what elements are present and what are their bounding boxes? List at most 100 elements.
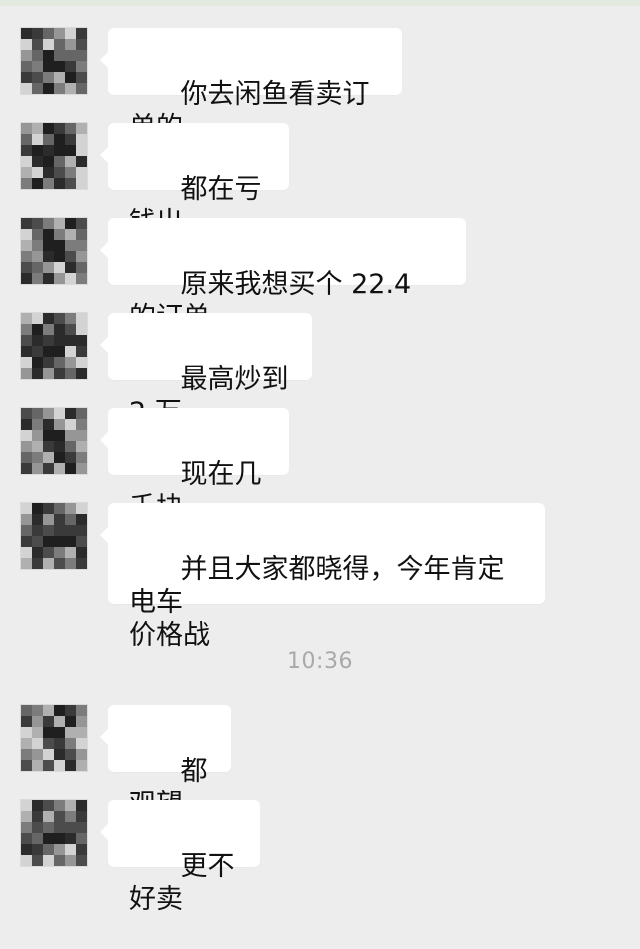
message-bubble[interactable]: 都观望 — [100, 705, 231, 820]
avatar-mosaic-pixel — [32, 844, 43, 855]
avatar-mosaic-pixel — [76, 760, 87, 771]
avatar-mosaic-pixel — [32, 357, 43, 368]
avatar-mosaic-pixel — [21, 357, 32, 368]
avatar[interactable] — [21, 705, 87, 771]
avatar-mosaic-pixel — [21, 123, 32, 134]
avatar-mosaic-pixel — [54, 430, 65, 441]
avatar-mosaic-pixel — [54, 811, 65, 822]
avatar-mosaic-pixel — [43, 833, 54, 844]
avatar-mosaic-pixel — [43, 357, 54, 368]
avatar-mosaic-pixel — [54, 368, 65, 379]
avatar-mosaic-pixel — [21, 430, 32, 441]
avatar-mosaic-pixel — [21, 558, 32, 569]
avatar-mosaic-pixel — [54, 229, 65, 240]
avatar-mosaic-pixel — [65, 335, 76, 346]
avatar-mosaic-pixel — [76, 229, 87, 240]
avatar-mosaic-pixel — [54, 738, 65, 749]
avatar-mosaic-pixel — [54, 525, 65, 536]
avatar-mosaic-pixel — [65, 39, 76, 50]
avatar-mosaic-pixel — [54, 547, 65, 558]
avatar-mosaic-pixel — [32, 430, 43, 441]
avatar-mosaic-pixel — [21, 822, 32, 833]
avatar-mosaic-pixel — [43, 123, 54, 134]
avatar-mosaic-pixel — [21, 50, 32, 61]
avatar-mosaic-pixel — [32, 156, 43, 167]
message-bubble[interactable]: 现在几千块 — [100, 408, 289, 523]
message-bubble[interactable]: 原来我想买个 22.4 的订单 — [100, 218, 466, 333]
avatar-mosaic-pixel — [76, 313, 87, 324]
avatar-mosaic-pixel — [32, 229, 43, 240]
avatar-mosaic-pixel — [32, 503, 43, 514]
avatar-mosaic-pixel — [76, 463, 87, 474]
avatar[interactable] — [21, 123, 87, 189]
avatar-mosaic-pixel — [54, 218, 65, 229]
avatar-mosaic-pixel — [54, 419, 65, 430]
avatar-mosaic-pixel — [43, 558, 54, 569]
avatar-mosaic-pixel — [65, 503, 76, 514]
avatar-mosaic-pixel — [43, 419, 54, 430]
avatar-mosaic-pixel — [54, 822, 65, 833]
message-bubble[interactable]: 最高炒到 2 万 — [100, 313, 312, 428]
avatar-mosaic-pixel — [21, 844, 32, 855]
avatar-mosaic-pixel — [43, 738, 54, 749]
avatar-mosaic-pixel — [76, 738, 87, 749]
avatar-mosaic-pixel — [43, 251, 54, 262]
avatar-mosaic-pixel — [21, 240, 32, 251]
avatar-mosaic-pixel — [43, 525, 54, 536]
avatar-mosaic-pixel — [32, 525, 43, 536]
avatar-mosaic-pixel — [21, 262, 32, 273]
avatar-mosaic-pixel — [54, 39, 65, 50]
avatar-mosaic-pixel — [32, 441, 43, 452]
avatar-mosaic-pixel — [21, 514, 32, 525]
avatar-mosaic-pixel — [32, 705, 43, 716]
avatar-mosaic-pixel — [21, 251, 32, 262]
avatar-mosaic-pixel — [65, 145, 76, 156]
avatar-mosaic-pixel — [54, 716, 65, 727]
avatar-mosaic-pixel — [32, 262, 43, 273]
avatar-mosaic-pixel — [32, 800, 43, 811]
avatar[interactable] — [21, 218, 87, 284]
avatar-mosaic-pixel — [65, 419, 76, 430]
avatar[interactable] — [21, 503, 87, 569]
avatar-mosaic-pixel — [76, 514, 87, 525]
avatar-mosaic-pixel — [21, 346, 32, 357]
message-bubble[interactable]: 你去闲鱼看卖订单的 — [100, 28, 402, 143]
avatar-mosaic-pixel — [32, 558, 43, 569]
avatar-mosaic-pixel — [32, 346, 43, 357]
avatar-mosaic-pixel — [54, 273, 65, 284]
avatar-mosaic-pixel — [76, 324, 87, 335]
avatar-mosaic-pixel — [32, 218, 43, 229]
avatar-mosaic-pixel — [21, 167, 32, 178]
avatar[interactable] — [21, 313, 87, 379]
avatar-mosaic-pixel — [76, 503, 87, 514]
avatar-mosaic-pixel — [21, 61, 32, 72]
message-bubble[interactable]: 都在亏钱出 — [100, 123, 289, 238]
avatar[interactable] — [21, 800, 87, 866]
avatar-mosaic-pixel — [65, 760, 76, 771]
avatar-mosaic-pixel — [54, 156, 65, 167]
avatar-mosaic-pixel — [32, 72, 43, 83]
avatar-mosaic-pixel — [32, 408, 43, 419]
avatar-mosaic-pixel — [21, 229, 32, 240]
message-bubble[interactable]: 更不好卖 — [100, 800, 260, 915]
avatar-mosaic-pixel — [65, 368, 76, 379]
avatar[interactable] — [21, 408, 87, 474]
avatar-mosaic-pixel — [54, 833, 65, 844]
avatar[interactable] — [21, 28, 87, 94]
avatar-mosaic-pixel — [43, 28, 54, 39]
avatar-mosaic-pixel — [76, 273, 87, 284]
avatar-mosaic-pixel — [65, 324, 76, 335]
avatar-mosaic-pixel — [43, 727, 54, 738]
message-text: 并且大家都晓得，今年肯定电车 价格战 — [129, 554, 505, 651]
avatar-mosaic-pixel — [76, 61, 87, 72]
avatar-mosaic-pixel — [32, 39, 43, 50]
avatar-mosaic-pixel — [21, 452, 32, 463]
avatar-mosaic-pixel — [21, 727, 32, 738]
avatar-mosaic-pixel — [32, 536, 43, 547]
avatar-mosaic-pixel — [65, 800, 76, 811]
avatar-mosaic-pixel — [32, 811, 43, 822]
avatar-mosaic-pixel — [43, 844, 54, 855]
avatar-mosaic-pixel — [76, 800, 87, 811]
message-bubble[interactable]: 并且大家都晓得，今年肯定电车 价格战 — [100, 503, 545, 651]
message-text: 更不好卖 — [129, 851, 235, 915]
